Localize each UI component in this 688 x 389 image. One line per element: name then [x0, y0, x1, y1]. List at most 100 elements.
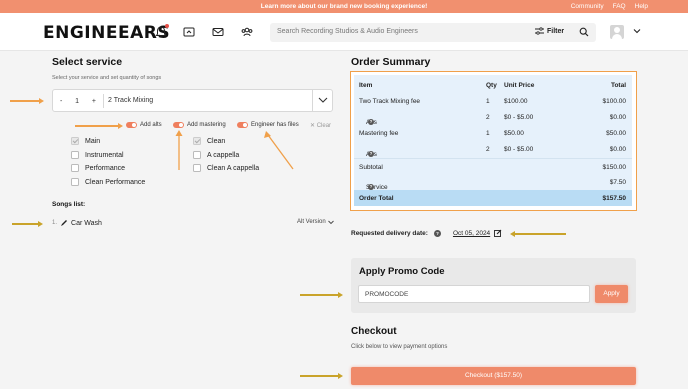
service-dropdown-button[interactable]	[312, 90, 332, 111]
checkbox[interactable]	[193, 164, 201, 172]
people-icon[interactable]	[240, 25, 254, 39]
checkout-subtitle: Click below to view payment options	[351, 344, 448, 350]
service-fee-value: $7.50	[609, 179, 626, 186]
option-main[interactable]: Main	[71, 137, 100, 145]
service-name[interactable]: 2 Track Mixing	[108, 97, 153, 104]
option-label: Performance	[85, 164, 126, 172]
delivery-date[interactable]: Oct 05, 2024	[453, 230, 490, 237]
info-icon[interactable]: ?	[368, 151, 374, 157]
option-label: Main	[85, 137, 101, 145]
toggle-label: Add alts	[140, 122, 162, 128]
checkbox[interactable]	[71, 178, 79, 186]
option-clean[interactable]: Clean	[193, 137, 225, 145]
order-total-label: Order Total	[359, 195, 394, 202]
row-unit-price: $0 - $5.00	[504, 114, 534, 121]
annotation-arrow	[12, 221, 43, 226]
notification-dot	[165, 24, 169, 28]
annotation-arrow	[300, 373, 343, 378]
option-clean-performance[interactable]: Clean Performance	[71, 178, 145, 186]
option-label: Clean A cappella	[207, 164, 260, 172]
search-input[interactable]: Search Recording Studios & Audio Enginee…	[277, 28, 418, 35]
row-qty: 2	[486, 146, 490, 153]
row-item: Two Track Mixing fee	[359, 98, 421, 105]
table-header: Item Qty Unit Price Total	[354, 77, 632, 93]
pencil-icon[interactable]	[60, 219, 68, 227]
order-summary-table: Item Qty Unit Price Total Two Track Mixi…	[354, 75, 632, 206]
checkbox[interactable]	[193, 137, 201, 145]
info-icon[interactable]: ?	[433, 229, 441, 237]
order-total-value: $157.50	[602, 195, 627, 202]
song-name[interactable]: Car Wash	[71, 220, 102, 227]
table-row: Two Track Mixing fee 1 $100.00 $100.00	[354, 93, 632, 109]
promo-title: Apply Promo Code	[359, 266, 445, 277]
faq-link[interactable]: FAQ	[613, 3, 626, 10]
row-qty: 2	[486, 114, 490, 121]
checkout-button[interactable]: Checkout ($157.50)	[351, 367, 636, 385]
help-link[interactable]: Help	[635, 3, 648, 10]
community-link[interactable]: Community	[571, 3, 604, 10]
option-label: Instrumental	[85, 151, 124, 159]
songs-list-title: Songs list:	[52, 201, 86, 208]
annotation-arrow	[510, 231, 566, 236]
header-total: Total	[610, 82, 626, 89]
bell-icon[interactable]	[154, 24, 169, 39]
toggle-switch[interactable]	[126, 122, 137, 128]
song-number: 1.	[52, 220, 58, 226]
header-qty: Qty	[486, 82, 497, 89]
filter-button[interactable]: Filter	[535, 27, 564, 35]
folder-icon[interactable]	[182, 25, 196, 39]
edit-icon[interactable]	[494, 229, 502, 237]
checkbox[interactable]	[71, 137, 79, 145]
alt-version-dropdown[interactable]: Alt Version	[297, 219, 334, 225]
row-qty: 1	[486, 130, 490, 137]
increment-button[interactable]: +	[92, 98, 96, 105]
service-selector[interactable]: - 1 + 2 Track Mixing	[52, 89, 333, 112]
filter-icon	[535, 27, 544, 35]
service-fee-row: Service Fee? $7.50	[354, 174, 632, 198]
option-clean-a-cappella[interactable]: Clean A cappella	[193, 164, 259, 172]
checkbox[interactable]	[193, 151, 201, 159]
promo-card: Apply Promo Code PROMOCODE Apply	[351, 258, 636, 313]
search-bar[interactable]: Search Recording Studios & Audio Enginee…	[270, 23, 596, 42]
row-unit-price: $100.00	[504, 98, 528, 105]
option-instrumental[interactable]: Instrumental	[71, 151, 124, 159]
logo[interactable]: ENGINEEARS	[43, 23, 170, 43]
row-total: $0.00	[609, 146, 626, 153]
quantity-stepper[interactable]: - 1 +	[60, 95, 96, 107]
announcement-bar: Learn more about our brand new booking e…	[0, 0, 688, 13]
annotation-arrow	[10, 98, 44, 103]
order-total-row: Order Total $157.50	[354, 190, 632, 206]
quantity-value: 1	[75, 97, 80, 105]
alt-version-label: Alt Version	[297, 219, 326, 225]
checkbox[interactable]	[71, 164, 79, 172]
checkbox[interactable]	[71, 151, 79, 159]
option-performance[interactable]: Performance	[71, 164, 125, 172]
delivery-label: Requested delivery date:	[351, 229, 428, 237]
row-total: $50.00	[606, 130, 626, 137]
row-total: $100.00	[602, 98, 627, 105]
avatar[interactable]	[610, 25, 624, 39]
subtotal-row: Subtotal $150.00	[354, 158, 632, 174]
search-icon[interactable]	[579, 27, 589, 37]
apply-button[interactable]: Apply	[595, 285, 628, 303]
header-item: Item	[359, 82, 373, 89]
top-header: ENGINEEARS Search Recording Studios & Au…	[0, 13, 688, 51]
table-row: Mastering fee 1 $50.00 $50.00	[354, 125, 632, 141]
announcement-links: Community FAQ Help	[571, 3, 648, 10]
option-label: Clean Performance	[85, 178, 146, 186]
chevron-down-icon[interactable]	[633, 28, 641, 34]
chevron-down-icon	[327, 220, 334, 224]
row-unit-price: $0 - $5.00	[504, 146, 534, 153]
option-a-cappella[interactable]: A cappella	[193, 151, 239, 159]
mail-icon[interactable]	[211, 25, 225, 39]
chevron-down-icon	[318, 97, 328, 103]
row-total: $0.00	[609, 114, 626, 121]
promo-code-input[interactable]: PROMOCODE	[358, 285, 590, 303]
filter-label: Filter	[547, 27, 565, 35]
annotation-arrow	[75, 123, 123, 128]
song-item[interactable]: 1. Car Wash	[52, 219, 102, 227]
table-row: Alts? 2 $0 - $5.00 $0.00	[354, 109, 632, 126]
add-alts-toggle[interactable]: Add alts	[126, 122, 162, 128]
subtotal-label: Subtotal	[359, 164, 383, 171]
decrement-button[interactable]: -	[60, 98, 62, 105]
